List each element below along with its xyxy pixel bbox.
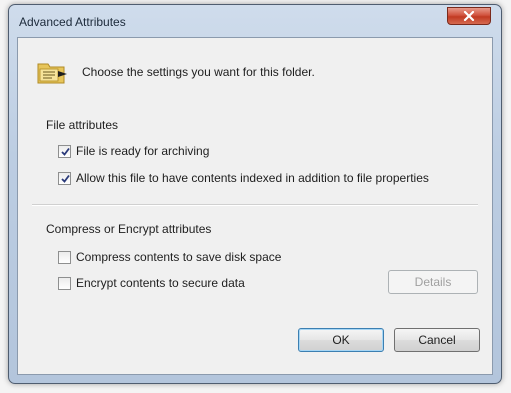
ok-button[interactable]: OK [298, 328, 384, 352]
encrypt-checkbox[interactable] [58, 276, 71, 290]
index-option[interactable]: Allow this file to have contents indexed… [58, 171, 429, 185]
checkmark-icon [61, 174, 70, 183]
advanced-attributes-dialog: Advanced Attributes Choose the settings … [8, 4, 502, 384]
window-title: Advanced Attributes [19, 15, 126, 29]
header-text: Choose the settings you want for this fo… [82, 65, 315, 79]
compress-option-label: Compress contents to save disk space [76, 250, 282, 264]
archive-option[interactable]: File is ready for archiving [58, 144, 209, 158]
group-divider [32, 204, 478, 206]
dialog-content: Choose the settings you want for this fo… [17, 37, 493, 375]
encrypt-option[interactable]: Encrypt contents to secure data [58, 276, 245, 290]
title-bar[interactable]: Advanced Attributes [9, 5, 501, 33]
dialog-header: Choose the settings you want for this fo… [36, 56, 315, 88]
cancel-button[interactable]: Cancel [394, 328, 480, 352]
details-button[interactable]: Details [388, 270, 478, 294]
close-icon [463, 11, 475, 21]
checkmark-icon [61, 147, 70, 156]
archive-checkbox[interactable] [58, 144, 71, 158]
close-button[interactable] [447, 7, 491, 25]
encrypt-option-label: Encrypt contents to secure data [76, 276, 245, 290]
index-option-label: Allow this file to have contents indexed… [76, 171, 429, 185]
compress-checkbox[interactable] [58, 250, 71, 264]
archive-option-label: File is ready for archiving [76, 144, 210, 158]
compress-option[interactable]: Compress contents to save disk space [58, 250, 281, 264]
compress-encrypt-label: Compress or Encrypt attributes [46, 222, 212, 236]
file-attributes-label: File attributes [46, 118, 119, 132]
index-checkbox[interactable] [58, 171, 71, 185]
folder-icon [37, 63, 67, 84]
